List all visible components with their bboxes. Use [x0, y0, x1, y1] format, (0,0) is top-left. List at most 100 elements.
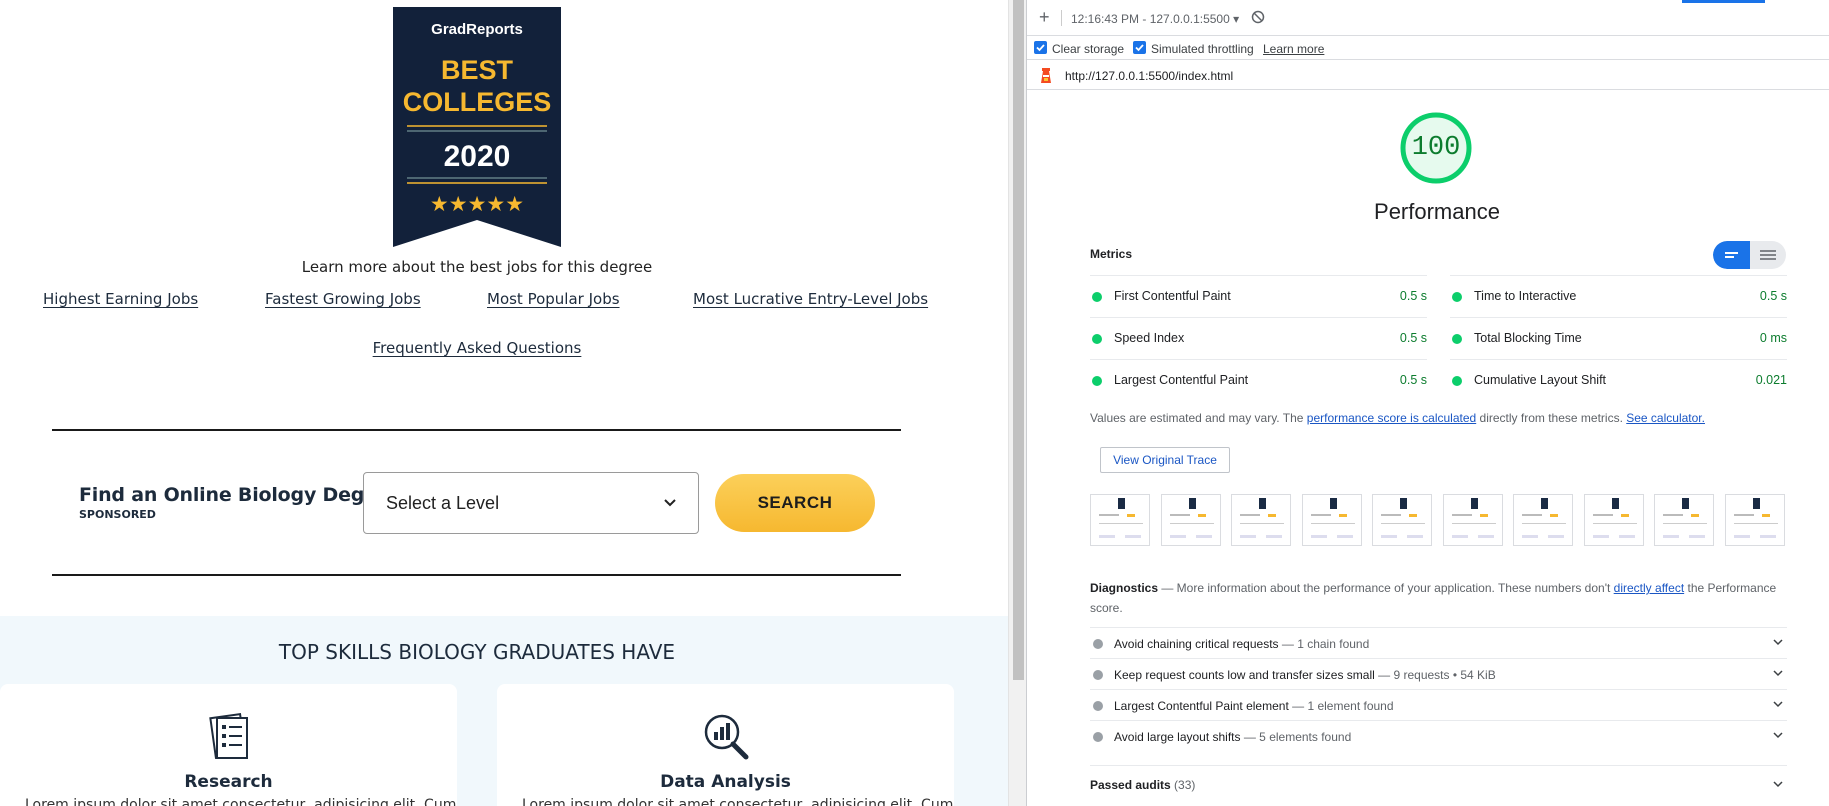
audit-critical-request-chains[interactable]: Avoid chaining critical requests — 1 cha…: [1090, 627, 1787, 658]
metric-name: Largest Contentful Paint: [1114, 373, 1249, 387]
simulated-throttling-checkbox[interactable]: [1133, 41, 1146, 54]
frame-detail: [1266, 535, 1282, 538]
frame-detail: [1733, 523, 1778, 524]
note-middle: directly from these metrics.: [1476, 411, 1627, 425]
faq-link[interactable]: Frequently Asked Questions: [0, 339, 954, 357]
badge-year: 2020: [444, 140, 511, 173]
find-degree-label: Find an Online Biology Degree:: [79, 484, 407, 506]
frame-detail: [1759, 535, 1776, 538]
filmstrip-frame: [1724, 494, 1785, 546]
chevron-down-icon: [1773, 639, 1783, 646]
metrics-view-toggle[interactable]: [1713, 241, 1786, 269]
pass-indicator: [1092, 376, 1102, 386]
frame-detail: [1240, 535, 1256, 538]
frame-detail: [1451, 535, 1468, 538]
page-scrollbar[interactable]: [1008, 0, 1026, 806]
metrics-expanded-view-button[interactable]: [1750, 241, 1786, 269]
metric-value: 0 ms: [1759, 331, 1787, 345]
frame-detail: [1733, 535, 1750, 538]
frame-detail: [1409, 514, 1417, 517]
frame-detail: [1451, 514, 1472, 516]
score-calculated-link[interactable]: performance score is calculated: [1307, 411, 1476, 425]
view-original-trace-button[interactable]: View Original Trace: [1100, 447, 1230, 473]
audit-lcp-element[interactable]: Largest Contentful Paint element — 1 ele…: [1090, 689, 1787, 720]
frame-detail: [1451, 523, 1496, 524]
metric-name: First Contentful Paint: [1114, 289, 1231, 303]
metric-total-blocking-time: Total Blocking Time 0 ms: [1450, 317, 1787, 359]
badge-line1: BEST: [441, 55, 514, 85]
directly-affect-link[interactable]: directly affect: [1614, 581, 1684, 595]
frame-detail: [1188, 498, 1196, 509]
audit-detail: — 5 elements found: [1240, 730, 1352, 744]
search-button[interactable]: SEARCH: [715, 474, 875, 532]
new-report-plus-icon[interactable]: +: [1039, 7, 1050, 28]
frame-detail: [1336, 535, 1353, 538]
frame-detail: [1329, 498, 1337, 509]
frame-detail: [1541, 498, 1548, 509]
report-run-selector[interactable]: 12:16:43 PM - 127.0.0.1:5500 ▾: [1071, 12, 1239, 26]
lighthouse-icon: [1041, 68, 1051, 83]
clear-reports-icon[interactable]: [1251, 10, 1265, 24]
filmstrip-frame: [1301, 494, 1362, 546]
frame-detail: [1338, 514, 1347, 517]
frame-detail: [1310, 535, 1327, 538]
frame-detail: [1197, 514, 1206, 517]
frame-detail: [1470, 498, 1478, 509]
audit-layout-shifts[interactable]: Avoid large layout shifts — 5 elements f…: [1090, 720, 1787, 751]
frame-detail: [1663, 514, 1683, 516]
values-note: Values are estimated and may vary. The p…: [1090, 411, 1790, 425]
frame-detail: [1682, 498, 1689, 509]
frame-detail: [1169, 523, 1214, 524]
frame-detail: [1477, 535, 1494, 538]
audit-detail: — 1 element found: [1288, 699, 1394, 713]
badge-stars: ★★★★★: [430, 192, 524, 216]
skill-card-data-analysis: Data Analysis Lorem ipsum dolor sit amet…: [497, 684, 954, 806]
frame-detail: [1099, 535, 1115, 538]
frame-detail: [1310, 514, 1331, 516]
report-url: http://127.0.0.1:5500/index.html: [1065, 69, 1234, 83]
see-calculator-link[interactable]: See calculator.: [1626, 411, 1705, 425]
learn-more-link[interactable]: Learn more: [1263, 42, 1324, 56]
scrollbar-thumb[interactable]: [1013, 0, 1024, 680]
clear-storage-checkbox[interactable]: [1034, 41, 1047, 54]
chevron-down-icon: [1773, 670, 1783, 677]
badge-brand: GradReports: [431, 21, 523, 38]
metric-name: Total Blocking Time: [1474, 331, 1582, 345]
report-url-row: http://127.0.0.1:5500/index.html: [1027, 60, 1829, 90]
note-prefix: Values are estimated and may vary. The: [1090, 411, 1307, 425]
frame-detail: [1268, 514, 1276, 517]
highest-earning-jobs-link[interactable]: Highest Earning Jobs: [43, 290, 198, 308]
audit-detail: — 9 requests • 54 KiB: [1374, 668, 1496, 682]
metric-name: Speed Index: [1114, 331, 1185, 345]
performance-title: Performance: [1374, 199, 1500, 224]
research-document-icon: [208, 712, 248, 760]
informative-indicator: [1093, 639, 1103, 649]
frame-detail: [1169, 535, 1186, 538]
frame-detail: [1259, 498, 1266, 509]
most-lucrative-entry-level-jobs-link[interactable]: Most Lucrative Entry-Level Jobs: [693, 290, 928, 308]
audit-resource-summary[interactable]: Keep request counts low and transfer siz…: [1090, 658, 1787, 689]
metric-value: 0.5 s: [1759, 289, 1787, 303]
skill-card-research: Research Lorem ipsum dolor sit amet cons…: [0, 684, 457, 806]
frame-detail: [1381, 523, 1425, 524]
frame-detail: [1127, 514, 1135, 517]
passed-audits-group[interactable]: Passed audits (33): [1090, 765, 1787, 799]
fastest-growing-jobs-link[interactable]: Fastest Growing Jobs: [265, 290, 421, 308]
frame-detail: [1733, 514, 1754, 516]
frame-detail: [1169, 514, 1190, 516]
metric-name: Cumulative Layout Shift: [1474, 373, 1607, 387]
most-popular-jobs-link[interactable]: Most Popular Jobs: [487, 290, 620, 308]
chevron-down-icon: [1773, 732, 1783, 739]
metric-cumulative-layout-shift: Cumulative Layout Shift 0.021: [1450, 359, 1787, 401]
frame-detail: [1663, 535, 1679, 538]
audit-title: Keep request counts low and transfer siz…: [1114, 668, 1375, 682]
frame-detail: [1195, 535, 1212, 538]
filmstrip-frame: [1442, 494, 1503, 546]
filmstrip-frame: [1654, 494, 1714, 546]
audit-title: Largest Contentful Paint element: [1114, 699, 1289, 713]
pass-indicator: [1452, 292, 1462, 302]
level-select[interactable]: Select a Level: [363, 472, 699, 534]
metric-value: 0.021: [1755, 373, 1787, 387]
website-viewport: GradReports BEST COLLEGES 2020 ★★★★★ Lea…: [0, 0, 1008, 806]
metrics-summary-view-button[interactable]: [1713, 241, 1750, 269]
